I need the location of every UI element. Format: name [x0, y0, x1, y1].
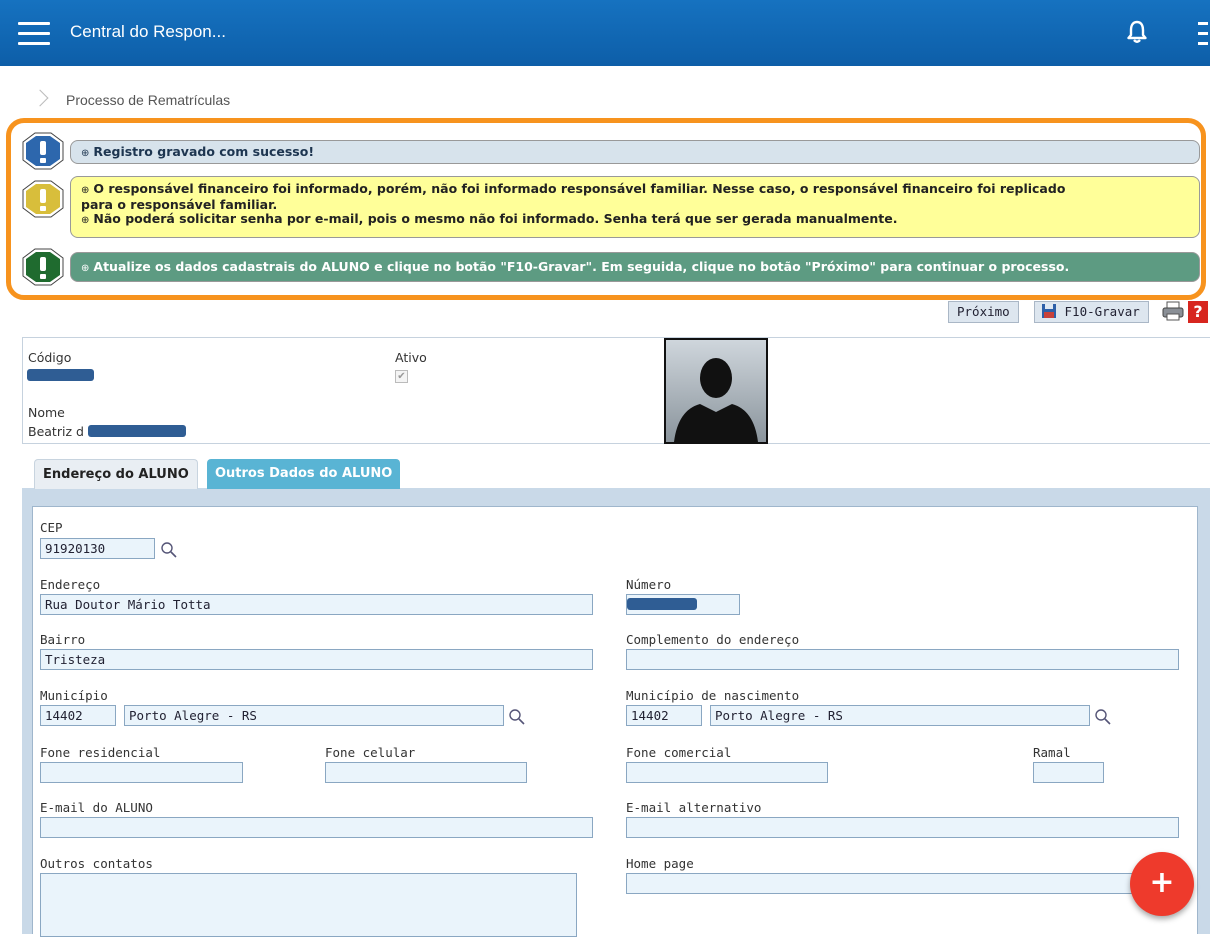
bell-icon[interactable] [1126, 20, 1148, 44]
email-alternativo-label: E-mail alternativo [626, 800, 762, 815]
chevron-right-icon [31, 89, 49, 107]
search-icon[interactable] [508, 708, 526, 726]
complemento-label: Complemento do endereço [626, 632, 800, 647]
municipio-name-input[interactable]: Porto Alegre - RS [124, 705, 504, 726]
numero-value-redacted [627, 598, 697, 610]
email-aluno-input[interactable] [40, 817, 593, 838]
code-value-redacted [27, 369, 94, 381]
fone-celular-input[interactable] [325, 762, 527, 783]
fone-celular-label: Fone celular [325, 745, 416, 760]
help-icon[interactable]: ? [1188, 301, 1208, 323]
endereco-label: Endereço [40, 577, 101, 592]
home-page-input[interactable] [626, 873, 1179, 894]
person-silhouette-icon [674, 358, 758, 442]
bullet-icon: ⊕ [81, 185, 90, 196]
municipio-nascimento-code-input[interactable]: 14402 [626, 705, 702, 726]
bairro-input[interactable]: Tristeza [40, 649, 593, 670]
tab-outros-dados-aluno[interactable]: Outros Dados do ALUNO [207, 459, 401, 489]
hamburger-menu-icon[interactable] [18, 22, 50, 46]
tab-endereco-aluno[interactable]: Endereço do ALUNO [34, 459, 198, 489]
add-floating-button[interactable]: + [1130, 852, 1194, 916]
success-exclamation-icon [22, 248, 64, 286]
fone-residencial-input[interactable] [40, 762, 243, 783]
email-alternativo-input[interactable] [626, 817, 1179, 838]
warning-message: ⊕ O responsável financeiro foi informado,… [18, 170, 1210, 238]
printer-icon[interactable] [1162, 301, 1184, 321]
municipio-nascimento-label: Município de nascimento [626, 688, 800, 703]
numero-label: Número [626, 577, 672, 592]
fone-residencial-label: Fone residencial [40, 745, 161, 760]
record-header-panel [22, 337, 1210, 444]
warning-line-2: para o responsável familiar. [81, 197, 278, 212]
code-label: Código [28, 350, 72, 365]
name-label: Nome [28, 405, 65, 420]
breadcrumb-current[interactable]: Processo de Rematrículas [66, 92, 230, 108]
municipio-code-input[interactable]: 14402 [40, 705, 116, 726]
fone-comercial-label: Fone comercial [626, 745, 732, 760]
home-page-label: Home page [626, 856, 694, 871]
municipio-label: Município [40, 688, 108, 703]
name-value: Beatriz d [28, 424, 84, 439]
search-icon[interactable] [1094, 708, 1112, 726]
success-message: ⊕ Atualize os dados cadastrais do ALUNO e… [18, 248, 1210, 286]
info-message: ⊕ Registro gravado com sucesso! [18, 132, 1210, 170]
municipio-nascimento-name-input[interactable]: Porto Alegre - RS [710, 705, 1090, 726]
app-title: Central do Respon... [70, 22, 226, 41]
save-button[interactable]: F10-Gravar [1034, 301, 1149, 323]
complemento-input[interactable] [626, 649, 1179, 670]
search-icon[interactable] [160, 541, 178, 559]
top-bar: Central do Respon... [0, 0, 1210, 66]
name-value-redacted [88, 425, 186, 437]
active-checkbox[interactable]: ✔ [395, 370, 408, 383]
outros-contatos-label: Outros contatos [40, 856, 153, 871]
cep-input[interactable]: 91920130 [40, 538, 155, 559]
next-button[interactable]: Próximo [948, 301, 1019, 323]
endereco-input[interactable]: Rua Doutor Mário Totta [40, 594, 593, 615]
warning-line-1: O responsável financeiro foi informado, … [93, 181, 1066, 196]
fone-comercial-input[interactable] [626, 762, 828, 783]
warning-line-3: Não poderá solicitar senha por e-mail, p… [93, 211, 898, 226]
bairro-label: Bairro [40, 632, 86, 647]
bullet-icon: ⊕ [81, 215, 90, 226]
cep-label: CEP [40, 520, 63, 535]
warning-exclamation-icon [22, 180, 64, 218]
ramal-input[interactable] [1033, 762, 1104, 783]
kebab-menu-icon[interactable] [1198, 22, 1208, 46]
student-photo[interactable] [664, 338, 768, 444]
floppy-disk-icon [1042, 304, 1056, 318]
save-button-label: F10-Gravar [1064, 304, 1140, 319]
outros-contatos-textarea[interactable] [40, 873, 577, 937]
email-aluno-label: E-mail do ALUNO [40, 800, 153, 815]
bullet-icon: ⊕ [81, 148, 90, 159]
success-message-text: Atualize os dados cadastrais do ALUNO e … [93, 259, 1070, 274]
bullet-icon: ⊕ [81, 263, 90, 274]
info-message-text: Registro gravado com sucesso! [93, 144, 315, 159]
active-label: Ativo [395, 350, 427, 365]
info-exclamation-icon [22, 132, 64, 170]
ramal-label: Ramal [1033, 745, 1071, 760]
